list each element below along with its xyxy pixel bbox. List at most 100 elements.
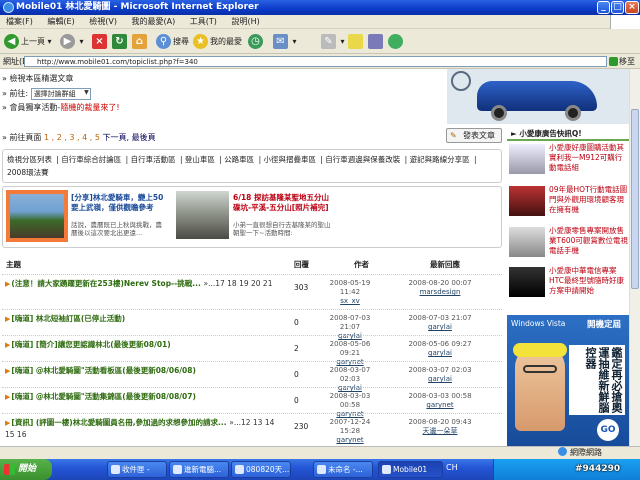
topic-link[interactable]: [嗨道] [簡介]讓您更認識林北(最後更新08/01) — [11, 340, 170, 349]
refresh-icon: ↻ — [112, 34, 127, 49]
person-image — [515, 345, 565, 431]
page-content: » 檢視本區精選文章 » 前往: 選擇討論群組 » 會員獨享活動-隨機的裁量來了… — [0, 69, 629, 446]
edit-button[interactable]: ✎ ▾ — [321, 33, 345, 50]
go-button[interactable]: GO — [597, 419, 619, 441]
minimize-button[interactable]: _ — [597, 1, 610, 14]
taskbar-task[interactable]: 收件匣 - — [107, 461, 167, 478]
category-link[interactable]: 小徑與摺疊車區 — [263, 155, 316, 164]
home-button[interactable]: ⌂ — [132, 33, 149, 50]
star-icon: ★ — [193, 34, 208, 49]
close-button[interactable]: × — [625, 1, 639, 14]
last-user-link[interactable]: garylai — [428, 349, 452, 357]
menu-file[interactable]: 檔案(F) — [0, 15, 39, 29]
search-icon: ⚲ — [156, 34, 171, 49]
forum-select[interactable]: 選擇討論群組 — [30, 88, 91, 100]
history-icon: ◷ — [248, 34, 263, 49]
history-button[interactable]: ◷ — [248, 33, 265, 50]
category-link[interactable]: 公路車區 — [224, 155, 254, 164]
menu-tools[interactable]: 工具(T) — [184, 15, 223, 29]
category-link[interactable]: 登山車區 — [185, 155, 215, 164]
topic-table-header: 主題 回覆 作者 最新回應 — [2, 259, 502, 271]
topic-link[interactable]: [資訊] (評圖一樓)林北愛騎圖員名冊,參加過的求想參加的請求... — [11, 418, 226, 427]
featured-image[interactable] — [6, 190, 68, 242]
refresh-button[interactable]: ↻ — [112, 33, 129, 50]
last-user-link[interactable]: garynet — [426, 401, 453, 409]
last-user-link[interactable]: garylai — [428, 323, 452, 331]
pagination: » 前往頁面 1 , 2 , 3 , 4 , 5 下一頁, 最後頁 — [2, 133, 156, 142]
forward-button[interactable]: ▶ ▾ — [60, 33, 84, 50]
menu-help[interactable]: 說明(H) — [225, 15, 265, 29]
phone-image — [509, 186, 545, 216]
vista-slogan: 鑑定再必搶奧運抽維新鮮腦控器 — [569, 345, 625, 415]
back-button[interactable]: ◀ 上一頁 ▾ — [4, 33, 52, 50]
category-link[interactable]: 檢視分區列表 — [7, 155, 52, 164]
featured-title-link[interactable]: [分享]林北愛騎車，變上50要上武嶺，僅供觀瞻參考 — [71, 193, 167, 213]
topic-link[interactable]: [嗨道] @林北愛騎圖"活動看板區(最後更新08/06/08) — [11, 366, 196, 375]
featured-title-link[interactable]: 6/18 探訪基隆某聖地五分山 碟坑-平溪-五分山[照片補完] — [233, 193, 333, 213]
vista-advertisement[interactable]: Windows Vista 開機定屆 鑑定再必搶奧運抽維新鮮腦控器 GO — [507, 315, 629, 446]
vertical-scrollbar[interactable] — [629, 69, 640, 446]
reply-count: 230 — [294, 422, 309, 431]
discuss-button[interactable] — [348, 33, 365, 50]
topic-link[interactable]: (注意！請大家踴躍更新在253樓)Nerev Stop--挑戰... — [11, 279, 200, 288]
ad-item[interactable]: 小愛康中華電信專案HTC最終型號隨時好康方案申請開始 — [507, 265, 629, 299]
forward-arrow-icon: ▶ — [60, 34, 75, 49]
taskbar-task[interactable]: 進新電腦... — [169, 461, 229, 478]
mail-icon: ✉ — [273, 34, 288, 49]
arrow-icon: ▶ — [5, 367, 11, 375]
category-link[interactable]: 遊記與路線分享區 — [410, 155, 470, 164]
mail-button[interactable]: ✉ ▾ — [273, 33, 297, 50]
search-button[interactable]: ⚲ 搜尋 — [156, 33, 189, 50]
windows-logo-icon — [610, 15, 640, 29]
featured-description: 小弟一直很想自行去基隆某的聖山朝聖一下~活動時間: — [233, 221, 331, 237]
ie-icon — [3, 2, 14, 13]
reply-count: 0 — [294, 318, 299, 327]
post-article-button[interactable]: 發表文章 — [446, 128, 502, 143]
category-link[interactable]: 自行車週邊與保養改裝 — [325, 155, 400, 164]
car-advertisement[interactable] — [447, 69, 629, 124]
maximize-button[interactable]: □ — [611, 1, 624, 14]
reply-count: 2 — [294, 344, 299, 353]
ad-item[interactable]: 09年最HOT行動電話圖門與外觀用環境顧客現在擁有機 — [507, 184, 629, 218]
last-user-link[interactable]: garylai — [428, 375, 452, 383]
go-button[interactable]: 移至 — [609, 55, 639, 68]
stop-button[interactable]: × — [92, 33, 109, 50]
taskbar-task[interactable]: Mobile01 — [378, 461, 443, 478]
last-user-link[interactable]: 天邊一朵草 — [423, 427, 458, 435]
goto-forum-row: » 前往: 選擇討論群組 — [2, 88, 91, 100]
stop-icon: × — [92, 34, 107, 49]
research-button[interactable] — [368, 33, 385, 50]
featured-articles-link[interactable]: » 檢視本區精選文章 — [2, 73, 73, 84]
taskbar-task[interactable]: 未命名 -... — [313, 461, 373, 478]
menu-view[interactable]: 檢視(V) — [83, 15, 123, 29]
member-event-link[interactable]: » 會員獨享活動-隨機的裁量來了! — [2, 102, 120, 113]
author-link[interactable]: sx_xv — [340, 297, 360, 305]
messenger-button[interactable] — [388, 33, 405, 50]
category-link[interactable]: 自行車綜合討論區 — [61, 155, 121, 164]
topic-link[interactable]: [嗨道] @林北愛騎圖"活動集錦區(最後更新08/08/07) — [11, 392, 196, 401]
category-link[interactable]: 自行車活動區 — [131, 155, 176, 164]
ad-item[interactable]: 小愛康零售專案開放售業T600可觀賞數位電視電話手機 — [507, 225, 629, 259]
menu-favorites[interactable]: 我的最愛(A) — [126, 15, 182, 29]
scrollbar-thumb[interactable] — [631, 109, 639, 289]
topic-link[interactable]: [嗨道] 林北短袖訂區(已停止活動) — [11, 314, 125, 323]
category-link[interactable]: 2008環法賽 — [7, 168, 49, 177]
next-page-link[interactable]: 下一頁, — [103, 133, 130, 142]
internet-zone: 網際網路 — [558, 447, 602, 459]
topic-pages[interactable]: »...17 18 19 20 21 — [203, 279, 272, 288]
last-page-link[interactable]: 最後頁 — [132, 133, 156, 142]
favorites-button[interactable]: ★ 我的最愛 — [193, 33, 242, 50]
featured-image[interactable] — [176, 191, 229, 239]
start-button[interactable]: 開始 — [0, 459, 52, 480]
ad-item[interactable]: 小愛康好康圖購活動其實利我一M912可購行動電話組 — [507, 142, 629, 176]
ime-indicator[interactable]: CH — [446, 463, 458, 472]
address-input[interactable]: http://www.mobile01.com/topiclist.php?f=… — [24, 56, 607, 67]
last-user-link[interactable]: marsdesign — [420, 288, 461, 296]
reply-count: 303 — [294, 283, 309, 292]
author-link[interactable]: garynet — [336, 436, 363, 444]
col-topic: 主題 — [6, 260, 21, 269]
vista-headline: 開機定屆 — [587, 320, 622, 330]
menu-edit[interactable]: 編輯(E) — [41, 15, 80, 29]
taskbar-task[interactable]: 080820天... — [231, 461, 291, 478]
page-links[interactable]: 1 , 2 , 3 , 4 , 5 — [44, 133, 100, 142]
